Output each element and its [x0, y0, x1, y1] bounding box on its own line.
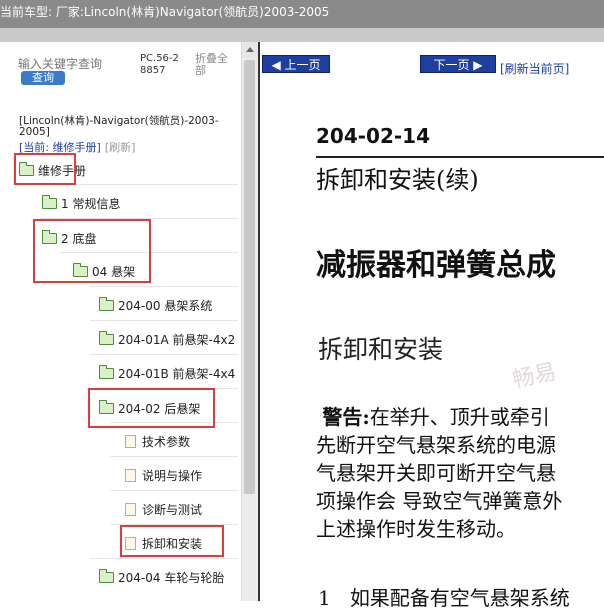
tree-item-label: 说明与操作	[142, 468, 203, 483]
pc-code: PC.56-28857	[140, 53, 179, 76]
page-subtitle: 拆卸和安装(续)	[316, 166, 479, 194]
warning-line: 警告:在举升、顶升或牵引	[316, 403, 604, 431]
tree-item-label: 诊断与测试	[142, 502, 203, 517]
pane-divider[interactable]	[258, 42, 260, 601]
tree-divider	[110, 490, 238, 491]
tree-item-label: 204-00 悬架系统	[118, 298, 213, 313]
step-text: 如果配备有空气悬架系统	[349, 586, 570, 610]
highlight-box	[120, 525, 224, 557]
highlight-box	[14, 153, 76, 185]
scroll-thumb[interactable]	[244, 60, 255, 494]
sidebar-scrollbar[interactable]	[241, 42, 258, 601]
tree-item-wheels-tires[interactable]: 204-04 车轮与轮胎	[99, 567, 224, 587]
next-page-label: 下一页	[433, 58, 470, 72]
tree-item-diagnosis-testing[interactable]: 诊断与测试	[125, 499, 202, 519]
document-icon	[125, 434, 136, 448]
warning-line: 先断开空气悬架系统的电源	[316, 433, 556, 457]
step-number: 1	[318, 586, 331, 610]
warning-line: 上述操作时发生移动。	[316, 517, 516, 541]
highlight-box	[33, 219, 151, 283]
toolbar-band	[0, 28, 604, 42]
prev-page-label: 上一页	[284, 58, 321, 72]
tree-item-general-info[interactable]: 1 常规信息	[42, 193, 120, 213]
folder-icon	[99, 296, 114, 311]
tree-divider	[90, 558, 238, 559]
folder-icon	[42, 194, 57, 209]
tree-item-label: 204-04 车轮与轮胎	[118, 570, 225, 585]
warning-line: 气悬架开关即可断开空气悬	[316, 461, 556, 485]
procedure-step: 1 如果配备有空气悬架系统	[318, 582, 604, 611]
tree-item-label: 技术参数	[142, 434, 191, 449]
scroll-up-arrow-icon[interactable]	[242, 42, 258, 58]
tree-item-specifications[interactable]: 技术参数	[125, 431, 190, 451]
watermark: 畅易	[510, 359, 559, 394]
window-title: 当前车型: 厂家:Lincoln(林肯)Navigator(领航员)2003-2…	[0, 5, 330, 19]
prev-page-button[interactable]: ◀ 上一页	[262, 55, 330, 73]
tree-item-front-suspension-4x2[interactable]: 204-01A 前悬架-4x2	[99, 329, 235, 349]
warning-line-text: 在举升、顶升或牵引	[369, 405, 550, 429]
tree-item-description-operation[interactable]: 说明与操作	[125, 465, 202, 485]
warning-line: 项操作会 导致空气弹簧意外	[316, 489, 563, 513]
tree-item-label: 204-01B 前悬架-4x4	[118, 366, 236, 381]
collapse-all-link[interactable]: 折叠全部	[195, 53, 235, 77]
section-rule	[316, 156, 604, 158]
warning-text: 警告:在举升、顶升或牵引 先断开空气悬架系统的电源 气悬架开关即可断开空气悬 项…	[316, 403, 604, 543]
tree-item-label: 204-01A 前悬架-4x2	[118, 332, 236, 347]
tree-divider	[110, 456, 238, 457]
search-input[interactable]	[18, 56, 104, 71]
tree-divider	[90, 286, 238, 287]
section-number: 204-02-14	[316, 124, 431, 148]
warning-prefix: 警告:	[322, 405, 370, 429]
folder-icon	[99, 330, 114, 345]
page-heading: 减振器和弹簧总成	[316, 248, 556, 283]
document-icon	[125, 502, 136, 516]
tree-divider	[90, 320, 238, 321]
folder-icon	[99, 364, 114, 379]
arrow-left-icon: ◀	[271, 58, 285, 72]
search-button[interactable]: 查询	[21, 71, 65, 85]
tree-item-label: 1 常规信息	[61, 196, 121, 211]
tree-item-suspension-system[interactable]: 204-00 悬架系统	[99, 295, 212, 315]
document-icon	[125, 468, 136, 482]
arrow-right-icon: ▶	[469, 58, 483, 72]
procedure-heading: 拆卸和安装	[318, 335, 444, 364]
highlight-box	[88, 388, 215, 428]
tree-item-front-suspension-4x4[interactable]: 204-01B 前悬架-4x4	[99, 363, 235, 383]
sidebar-refresh-link[interactable]: [刷新]	[105, 141, 136, 154]
vehicle-label: [Lincoln(林肯)-Navigator(领航员)-2003-2005]	[19, 115, 219, 138]
folder-icon	[99, 568, 114, 583]
tree-divider	[90, 354, 238, 355]
refresh-page-link[interactable]: [刷新当前页]	[500, 60, 569, 77]
next-page-button[interactable]: 下一页 ▶	[420, 55, 496, 73]
window-title-bar: 当前车型: 厂家:Lincoln(林肯)Navigator(领航员)2003-2…	[0, 0, 604, 28]
